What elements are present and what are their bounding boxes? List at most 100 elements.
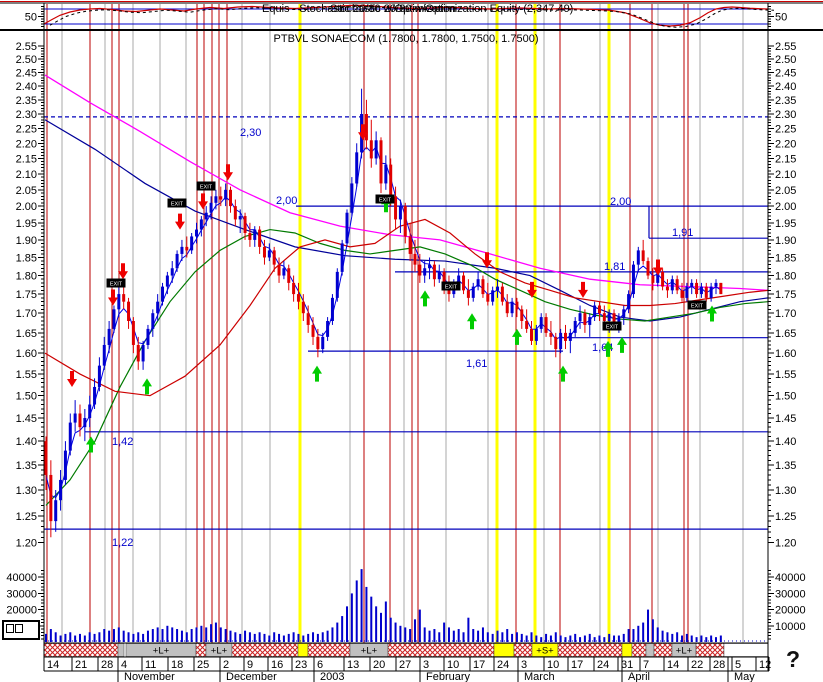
chart-canvas[interactable]: 2,302,00 2,001,911,811,611,641,421,22EXIT… <box>0 0 823 682</box>
month-label: December <box>226 671 277 682</box>
exit-tag-text: EXIT <box>171 202 184 208</box>
candle-body <box>199 219 203 230</box>
week-label: 16 <box>271 659 283 671</box>
price-level-label: 2,00 <box>610 196 631 208</box>
candle-body <box>228 189 232 207</box>
week-label: 20 <box>373 659 385 671</box>
volume-bar <box>253 633 256 642</box>
price-axis-label: 1.50 <box>775 391 796 403</box>
week-label: 5 <box>735 659 741 671</box>
price-axis-label: 1.60 <box>775 348 796 360</box>
candle-body <box>607 313 611 322</box>
volume-bar <box>710 635 713 642</box>
ribbon-position-label: +L+ <box>361 646 378 657</box>
price-axis-label: 2.30 <box>775 109 796 121</box>
price-axis-label: 2.45 <box>16 67 37 79</box>
volume-bar <box>98 632 101 642</box>
volume-bar <box>671 633 674 642</box>
candle-body <box>559 332 563 350</box>
exit-tag-text: EXIT <box>691 304 704 310</box>
volume-bar <box>569 635 572 642</box>
price-level-label: 1,42 <box>112 436 133 448</box>
volume-bar <box>515 632 518 642</box>
volume-bar <box>112 629 115 642</box>
price-axis-label: 1.65 <box>16 328 37 340</box>
volume-bar <box>88 632 91 642</box>
candle-body <box>641 250 645 262</box>
price-axis-label: 2.00 <box>775 201 796 213</box>
price-axis-label: 1.40 <box>16 436 37 448</box>
price-axis-label: 1.85 <box>16 252 37 264</box>
month-label: March <box>524 671 555 682</box>
week-label: 24 <box>597 659 609 671</box>
volume-bar <box>321 632 324 642</box>
volume-bar <box>355 580 358 642</box>
candle-body <box>335 271 339 298</box>
candle-body <box>704 286 708 298</box>
volume-bar <box>336 622 339 642</box>
candle-body <box>345 212 349 244</box>
candle-body <box>204 212 208 220</box>
volume-bar <box>433 629 436 642</box>
volume-bar <box>185 632 188 642</box>
candle-body <box>170 268 174 276</box>
price-level-label: 1,61 <box>466 358 487 370</box>
candle-body <box>389 164 393 197</box>
date-axis: 14 21 28 4 11 18 25 2 9 16 23 6 13 20 27 3 10 17 24 3 10 17 24… <box>43 656 771 682</box>
candle-body <box>646 261 650 276</box>
candle-body <box>597 305 601 314</box>
price-level-label: 1,22 <box>112 537 133 549</box>
price-axis-label: 1.30 <box>775 485 796 497</box>
volume-bar <box>588 633 591 642</box>
minimized-window-icon[interactable] <box>2 620 40 640</box>
volume-bar <box>603 637 606 642</box>
price-axis-label: 1.55 <box>775 369 796 381</box>
exit-tag-text: EXIT <box>110 282 123 288</box>
price-level-label: 1,91 <box>672 227 693 239</box>
week-label: 21 <box>75 659 87 671</box>
price-axis-label: 1.40 <box>775 436 796 448</box>
volume-bar <box>103 629 106 642</box>
candle-body <box>156 301 160 314</box>
week-label: 22 <box>691 659 703 671</box>
price-level-label: 1,81 <box>604 261 625 273</box>
volume-bar <box>627 629 630 642</box>
volume-bar <box>176 629 179 642</box>
month-label: February <box>426 671 471 682</box>
ribbon-position-label: +L+ <box>153 646 170 657</box>
candle-body <box>112 309 116 329</box>
price-axis-label: 1.20 <box>16 538 37 550</box>
volume-bar <box>481 627 484 642</box>
candle-body <box>355 152 359 184</box>
price-axis-label: 1.80 <box>16 271 37 283</box>
volume-bar <box>292 632 295 642</box>
volume-bar <box>695 637 698 642</box>
candle-body <box>272 250 276 265</box>
exit-tag-text: EXIT <box>379 198 392 204</box>
volume-bar <box>394 622 397 642</box>
volume-bar <box>287 633 290 642</box>
candle-body <box>44 441 48 475</box>
price-axis-label: 1.55 <box>16 369 37 381</box>
candle-body <box>534 328 538 341</box>
volume-bar <box>428 630 431 642</box>
volume-bar <box>690 635 693 642</box>
volume-bar <box>681 635 684 642</box>
candle-body <box>102 344 106 366</box>
volume-bar <box>45 633 47 642</box>
ribbon: +L+ +L+ +L+ +S+ +L+ <box>43 643 769 657</box>
volume-bar <box>151 629 154 642</box>
price-axis-label: 1.85 <box>775 252 796 264</box>
candle-body <box>326 321 330 337</box>
volume-bar <box>579 637 582 642</box>
volume-bar <box>384 601 387 642</box>
candle-body <box>165 275 169 287</box>
week-label: 11 <box>145 659 156 671</box>
candle-body <box>437 271 441 280</box>
exit-tag-text: EXIT <box>445 285 458 291</box>
candle-body <box>471 286 475 298</box>
ribbon-segment <box>557 643 623 657</box>
volume-bar <box>622 633 625 642</box>
candle-body <box>97 365 101 387</box>
candle-body <box>588 317 592 325</box>
